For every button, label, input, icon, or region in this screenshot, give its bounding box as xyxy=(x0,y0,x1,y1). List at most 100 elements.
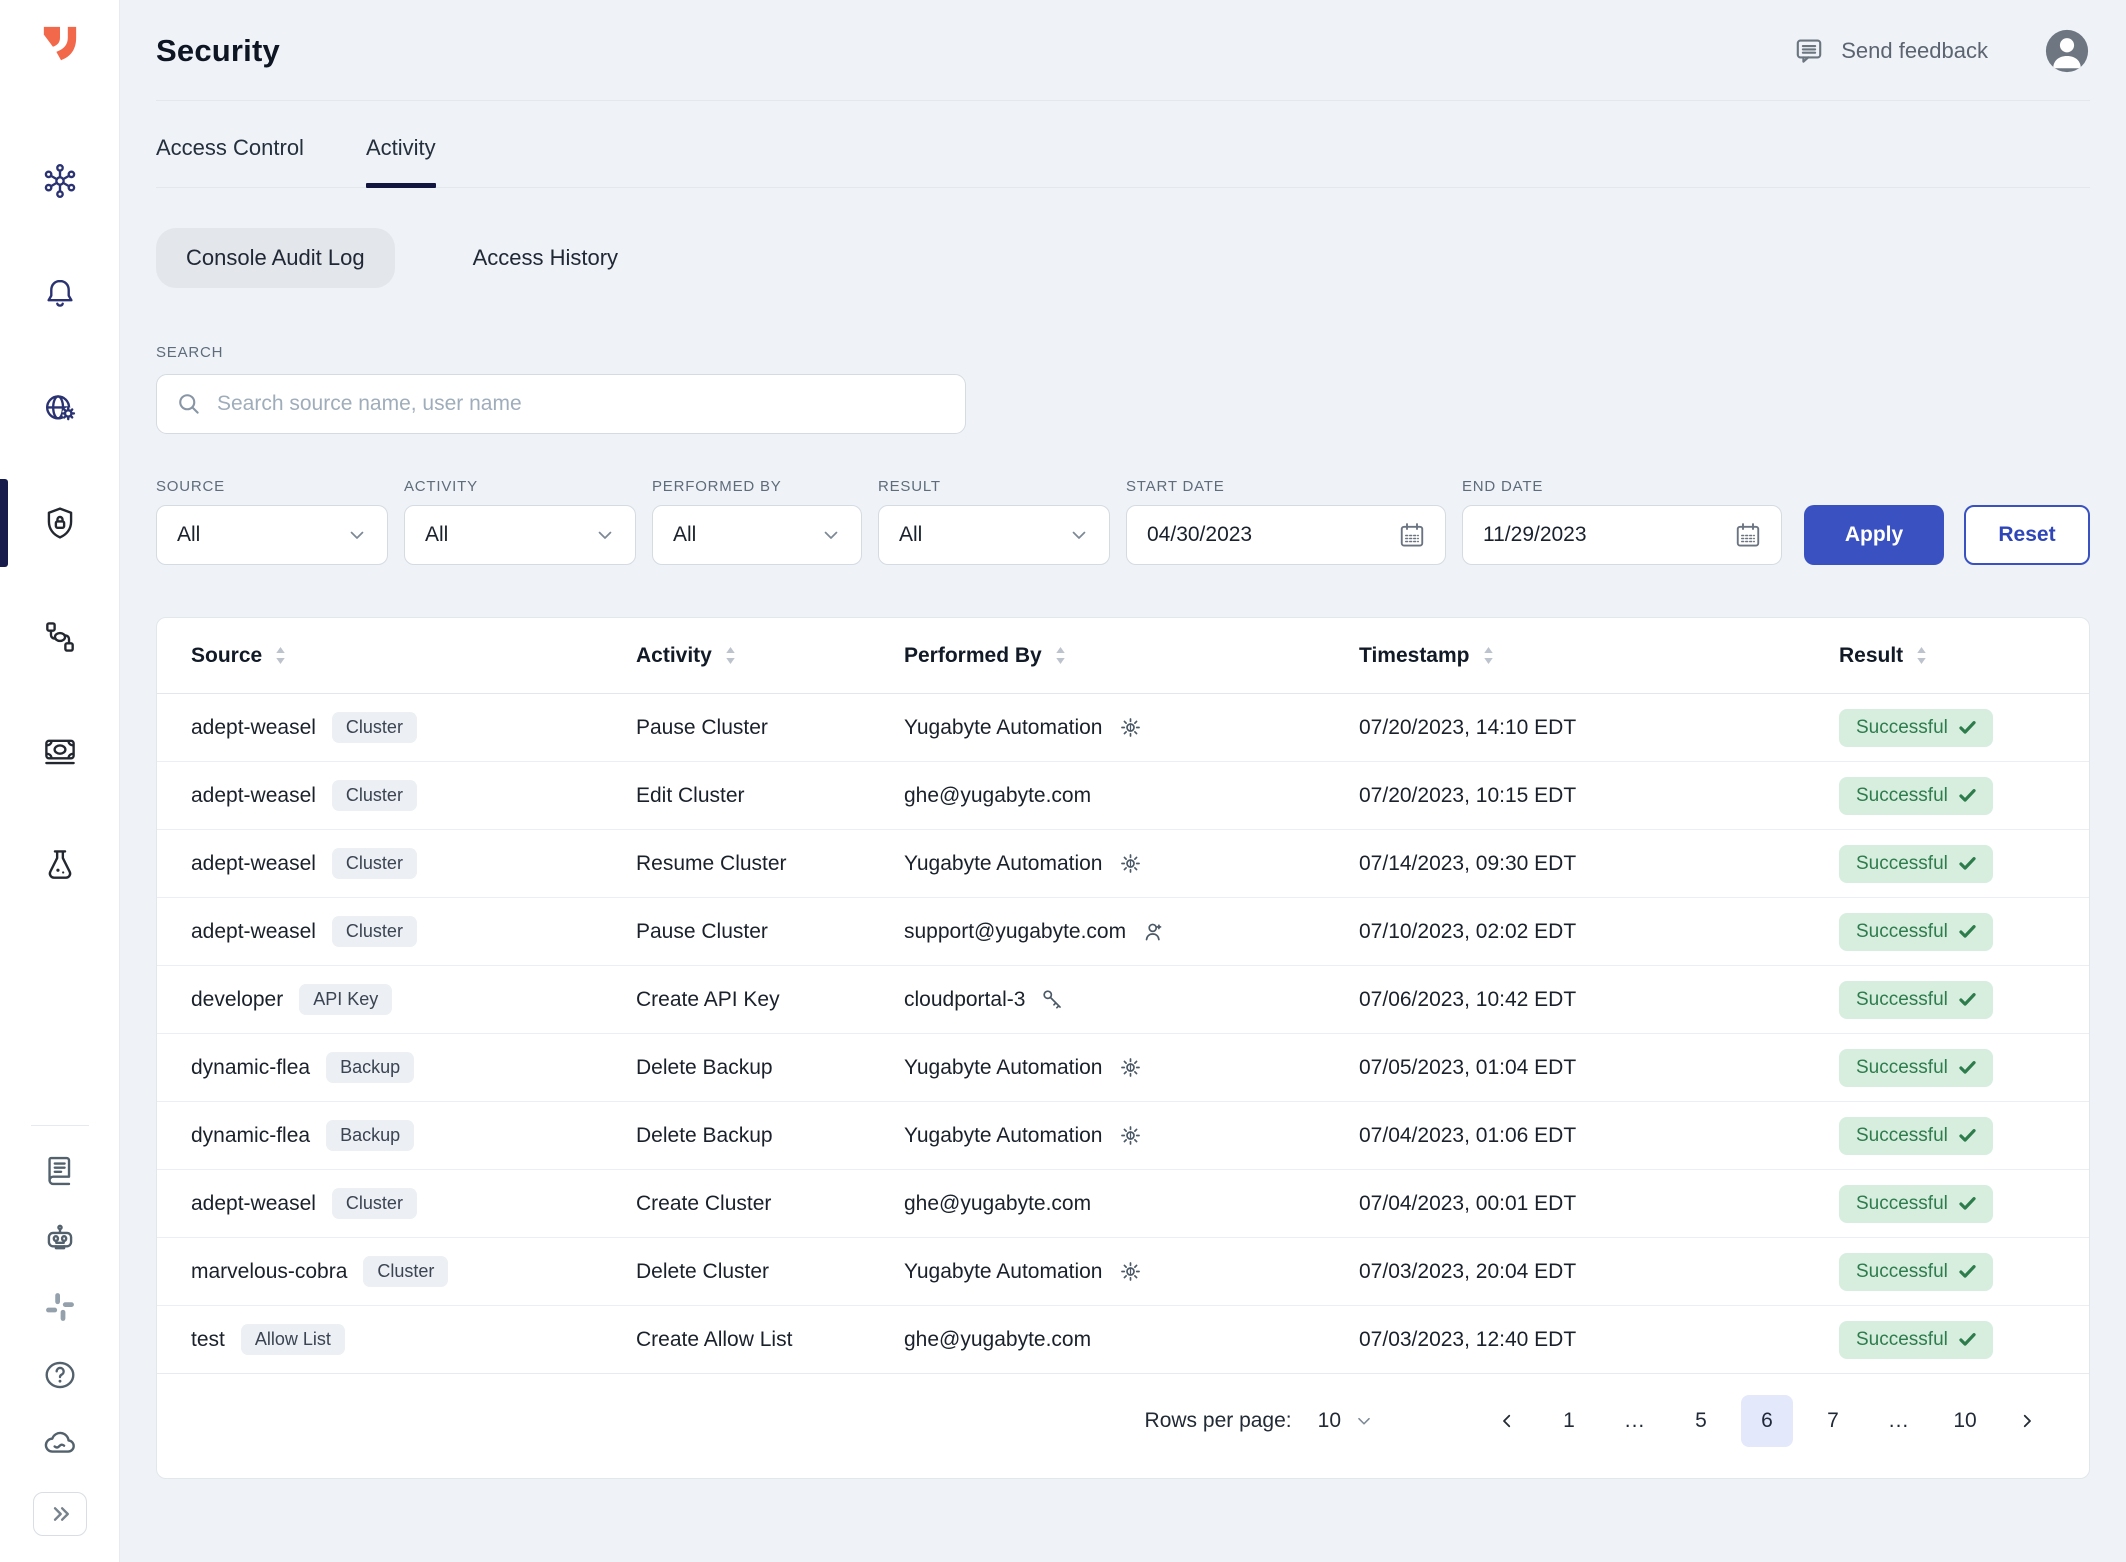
tab-bar: Access Control Activity xyxy=(156,101,2090,188)
feedback-chat-icon xyxy=(1793,35,1825,67)
sidebar-item-cloud-status[interactable] xyxy=(0,1424,119,1462)
performed-by-name: Yugabyte Automation xyxy=(904,716,1103,740)
rows-per-page-label: Rows per page: xyxy=(1145,1409,1292,1433)
source-filter-select[interactable]: All xyxy=(156,505,388,565)
activity-cell: Delete Backup xyxy=(636,1124,904,1148)
table-row[interactable]: adept-weasel Cluster Pause Cluster suppo… xyxy=(157,898,2089,966)
automation-icon xyxy=(1117,1258,1144,1285)
result-badge: Successful xyxy=(1839,709,1993,747)
activity-filter-select[interactable]: All xyxy=(404,505,636,565)
chevron-down-icon xyxy=(819,523,843,547)
table-row[interactable]: adept-weasel Cluster Create Cluster ghe@… xyxy=(157,1170,2089,1238)
previous-page-button[interactable] xyxy=(1485,1395,1529,1447)
source-type-badge: Cluster xyxy=(363,1256,448,1287)
end-date-value: 11/29/2023 xyxy=(1483,523,1587,547)
result-badge: Successful xyxy=(1839,845,1993,883)
search-label: SEARCH xyxy=(156,344,2090,361)
search-box[interactable] xyxy=(156,374,966,434)
rows-per-page-select[interactable]: 10 xyxy=(1318,1409,1375,1433)
sidebar-item-help[interactable] xyxy=(0,1356,119,1394)
table-row[interactable]: developer API Key Create API Key cloudpo… xyxy=(157,966,2089,1034)
table-body: adept-weasel Cluster Pause Cluster Yugab… xyxy=(157,694,2089,1374)
end-date-input[interactable]: 11/29/2023 xyxy=(1462,505,1782,565)
clusters-icon xyxy=(41,162,79,200)
pagination-page-6[interactable]: 6 xyxy=(1741,1395,1793,1447)
result-cell: Successful xyxy=(1839,1185,2055,1223)
performed-by-cell: ghe@yugabyte.com xyxy=(904,1328,1359,1352)
table-row[interactable]: adept-weasel Cluster Edit Cluster ghe@yu… xyxy=(157,762,2089,830)
column-header-activity[interactable]: Activity xyxy=(636,644,904,668)
sidebar-item-network[interactable] xyxy=(0,390,119,428)
check-icon xyxy=(1959,788,1976,803)
result-filter-value: All xyxy=(899,523,922,547)
sidebar-item-labs[interactable] xyxy=(0,846,119,884)
sidebar-item-copilot[interactable] xyxy=(0,1220,119,1258)
subtab-access-history[interactable]: Access History xyxy=(443,228,648,288)
result-badge: Successful xyxy=(1839,981,1993,1019)
table-row[interactable]: test Allow List Create Allow List ghe@yu… xyxy=(157,1306,2089,1374)
send-feedback-button[interactable]: Send feedback xyxy=(1793,35,1988,67)
user-avatar[interactable] xyxy=(2044,28,2090,74)
result-badge: Successful xyxy=(1839,1253,1993,1291)
result-cell: Successful xyxy=(1839,709,2055,747)
table-row[interactable]: marvelous-cobra Cluster Delete Cluster Y… xyxy=(157,1238,2089,1306)
filter-bar: SOURCE All ACTIVITY All PERFORMED BY All xyxy=(156,478,2090,565)
table-row[interactable]: adept-weasel Cluster Pause Cluster Yugab… xyxy=(157,694,2089,762)
pagination-page-10[interactable]: 10 xyxy=(1939,1395,1991,1447)
tab-activity[interactable]: Activity xyxy=(366,135,436,187)
pagination-page-1[interactable]: 1 xyxy=(1543,1395,1595,1447)
sort-icon xyxy=(1054,646,1067,665)
tab-access-control[interactable]: Access Control xyxy=(156,135,304,187)
source-type-badge: Allow List xyxy=(241,1324,345,1355)
automation-icon xyxy=(1117,850,1144,877)
reset-button[interactable]: Reset xyxy=(1964,505,2090,565)
sidebar-item-clusters[interactable] xyxy=(0,162,119,200)
sidebar-item-security[interactable] xyxy=(0,504,119,542)
next-page-button[interactable] xyxy=(2005,1395,2049,1447)
performed-by-cell: ghe@yugabyte.com xyxy=(904,1192,1359,1216)
pagination-page-7[interactable]: 7 xyxy=(1807,1395,1859,1447)
table-row[interactable]: dynamic-flea Backup Delete Backup Yugaby… xyxy=(157,1102,2089,1170)
subtab-console-audit-log[interactable]: Console Audit Log xyxy=(156,228,395,288)
search-input[interactable] xyxy=(217,392,947,416)
source-filter-value: All xyxy=(177,523,200,547)
pagination-page-5[interactable]: 5 xyxy=(1675,1395,1727,1447)
column-header-performed-by[interactable]: Performed By xyxy=(904,644,1359,668)
source-cell: test Allow List xyxy=(191,1324,636,1355)
source-name: adept-weasel xyxy=(191,920,316,944)
source-type-badge: Backup xyxy=(326,1120,414,1151)
sidebar-item-integrations[interactable] xyxy=(0,618,119,656)
app-root: Security Send feedback xyxy=(0,0,2126,1562)
yugabyte-logo[interactable] xyxy=(35,18,85,68)
sidebar-item-collapse[interactable] xyxy=(0,1492,119,1536)
slack-icon xyxy=(41,1288,79,1326)
pagination-ellipsis: ... xyxy=(1873,1395,1925,1447)
performed-by-filter-select[interactable]: All xyxy=(652,505,862,565)
column-header-source[interactable]: Source xyxy=(191,644,636,668)
source-cell: adept-weasel Cluster xyxy=(191,1188,636,1219)
start-date-input[interactable]: 04/30/2023 xyxy=(1126,505,1446,565)
table-row[interactable]: adept-weasel Cluster Resume Cluster Yuga… xyxy=(157,830,2089,898)
billing-icon xyxy=(41,732,79,770)
sidebar-item-billing[interactable] xyxy=(0,732,119,770)
column-header-result[interactable]: Result xyxy=(1839,644,2055,668)
apply-button[interactable]: Apply xyxy=(1804,505,1944,565)
sidebar xyxy=(0,0,120,1562)
timestamp-cell: 07/03/2023, 12:40 EDT xyxy=(1359,1328,1839,1352)
result-filter-select[interactable]: All xyxy=(878,505,1110,565)
column-header-timestamp[interactable]: Timestamp xyxy=(1359,644,1839,668)
activity-filter-label: ACTIVITY xyxy=(404,478,636,495)
sidebar-item-alerts[interactable] xyxy=(0,276,119,314)
source-cell: adept-weasel Cluster xyxy=(191,848,636,879)
activity-cell: Pause Cluster xyxy=(636,716,904,740)
table-footer: Rows per page: 10 1...567...10 xyxy=(157,1374,2089,1478)
source-name: dynamic-flea xyxy=(191,1056,310,1080)
performed-by-cell: support@yugabyte.com xyxy=(904,918,1359,945)
performed-by-name: Yugabyte Automation xyxy=(904,1260,1103,1284)
search-block: SEARCH xyxy=(156,344,2090,434)
performed-by-filter-value: All xyxy=(673,523,696,547)
sidebar-item-slack[interactable] xyxy=(0,1288,119,1326)
sidebar-item-docs[interactable] xyxy=(0,1152,119,1190)
table-row[interactable]: dynamic-flea Backup Delete Backup Yugaby… xyxy=(157,1034,2089,1102)
check-icon xyxy=(1959,1332,1976,1347)
